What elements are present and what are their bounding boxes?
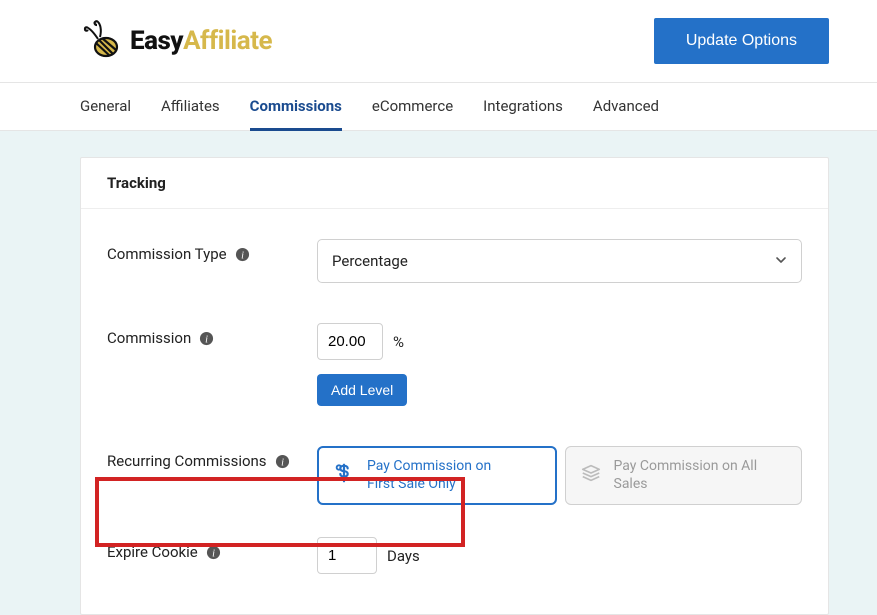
- svg-text:i: i: [212, 548, 215, 559]
- control-expire-cookie: Days: [317, 537, 802, 574]
- stack-icon: [580, 462, 602, 490]
- recurring-all-sales-label: Pay Commission on All Sales: [614, 458, 788, 493]
- label-commission-type-text: Commission Type: [107, 245, 227, 263]
- row-expire-cookie: Expire Cookie i Days: [107, 517, 802, 594]
- tab-advanced[interactable]: Advanced: [593, 83, 659, 131]
- tab-ecommerce[interactable]: eCommerce: [372, 83, 453, 131]
- info-icon[interactable]: i: [275, 454, 290, 469]
- label-recurring: Recurring Commissions i: [107, 446, 317, 470]
- commission-value-input[interactable]: [317, 323, 383, 360]
- dollar-icon: [333, 462, 355, 490]
- logo: EasyAffiliate: [80, 19, 272, 63]
- label-recurring-text: Recurring Commissions: [107, 452, 267, 470]
- logo-text: EasyAffiliate: [130, 26, 272, 56]
- control-recurring: Pay Commission on First Sale Only Pay Co…: [317, 446, 802, 505]
- label-commission: Commission i: [107, 323, 317, 347]
- svg-text:i: i: [241, 250, 244, 261]
- control-commission: % Add Level: [317, 323, 802, 406]
- info-icon[interactable]: i: [199, 331, 214, 346]
- tab-general[interactable]: General: [80, 83, 131, 131]
- logo-affiliate: Affiliate: [183, 26, 272, 56]
- tab-affiliates[interactable]: Affiliates: [161, 83, 220, 131]
- tab-commissions[interactable]: Commissions: [250, 83, 342, 131]
- commission-type-value: Percentage: [332, 252, 408, 270]
- label-expire-cookie: Expire Cookie i: [107, 537, 317, 561]
- tabs-bar: General Affiliates Commissions eCommerce…: [0, 83, 877, 131]
- label-expire-cookie-text: Expire Cookie: [107, 543, 198, 561]
- label-commission-text: Commission: [107, 329, 191, 347]
- update-options-button[interactable]: Update Options: [654, 18, 829, 64]
- add-level-button[interactable]: Add Level: [317, 374, 407, 406]
- row-commission-type: Commission Type i Percentage: [107, 219, 802, 303]
- recurring-all-sales-option[interactable]: Pay Commission on All Sales: [565, 446, 803, 505]
- recurring-first-sale-label: Pay Commission on First Sale Only: [367, 458, 517, 493]
- expire-cookie-unit: Days: [387, 547, 420, 565]
- svg-text:i: i: [205, 334, 208, 345]
- row-recurring: Recurring Commissions i Pay Commission o…: [107, 426, 802, 517]
- tracking-panel: Tracking Commission Type i Percentage: [80, 157, 829, 615]
- content-area: Tracking Commission Type i Percentage: [0, 131, 877, 615]
- recurring-first-sale-option[interactable]: Pay Commission on First Sale Only: [317, 446, 557, 505]
- row-commission: Commission i % Add Level: [107, 303, 802, 426]
- svg-text:i: i: [281, 457, 284, 468]
- commission-type-select[interactable]: Percentage: [317, 239, 802, 283]
- info-icon[interactable]: i: [235, 247, 250, 262]
- info-icon[interactable]: i: [206, 545, 221, 560]
- commission-unit: %: [393, 333, 404, 351]
- logo-easy: Easy: [130, 26, 183, 56]
- bee-icon: [80, 19, 124, 63]
- expire-cookie-input[interactable]: [317, 537, 377, 574]
- top-bar: EasyAffiliate Update Options: [0, 0, 877, 83]
- panel-body: Commission Type i Percentage: [81, 209, 828, 614]
- label-commission-type: Commission Type i: [107, 239, 317, 263]
- tab-integrations[interactable]: Integrations: [483, 83, 563, 131]
- panel-title: Tracking: [81, 158, 828, 209]
- chevron-down-icon: [775, 254, 787, 269]
- control-commission-type: Percentage: [317, 239, 802, 283]
